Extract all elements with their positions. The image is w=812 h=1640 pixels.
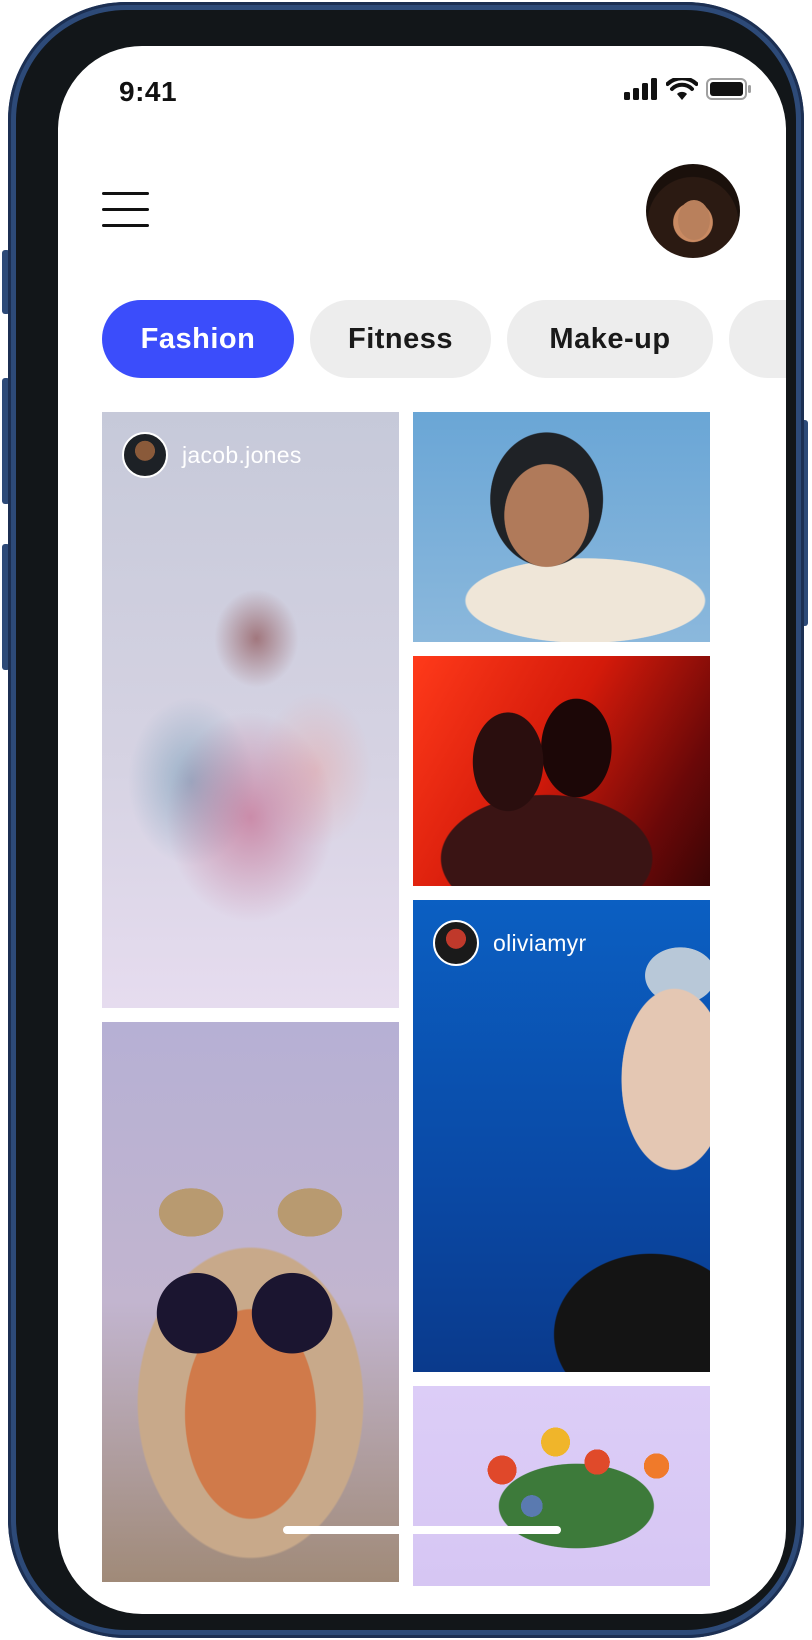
feed-post[interactable] — [413, 412, 710, 642]
home-indicator[interactable] — [283, 1526, 561, 1534]
phone-bezel: 9:41 Fashion Fitness Make-up jacob.jones… — [16, 10, 796, 1630]
signal-icon — [624, 78, 657, 100]
feed-post[interactable]: jacob.jones — [102, 412, 399, 1008]
chip-label: Fitness — [347, 322, 454, 355]
chip-fashion[interactable]: Fashion — [102, 300, 294, 378]
chip-make-up[interactable]: Make-up — [507, 300, 713, 378]
app-screen: 9:41 Fashion Fitness Make-up jacob.jones… — [58, 46, 786, 1614]
post-author-avatar — [433, 920, 479, 966]
chip-more[interactable] — [729, 300, 786, 378]
status-time: 9:41 — [119, 76, 178, 107]
profile-avatar[interactable] — [646, 164, 740, 258]
hamburger-menu-icon[interactable] — [102, 192, 150, 230]
feed-post[interactable] — [413, 1386, 710, 1586]
chip-label: Fashion — [140, 322, 256, 355]
post-author-username: jacob.jones — [182, 441, 302, 468]
status-icons — [624, 78, 752, 100]
category-chips: Fashion Fitness Make-up — [102, 300, 786, 378]
post-author[interactable]: oliviamyr — [433, 920, 586, 966]
chip-label: Make-up — [549, 322, 671, 355]
wifi-icon — [666, 78, 698, 100]
post-author-username: oliviamyr — [493, 929, 587, 956]
avatar-face — [678, 200, 710, 240]
post-author[interactable]: jacob.jones — [122, 432, 302, 478]
battery-icon — [706, 78, 751, 100]
chip-fitness[interactable]: Fitness — [310, 300, 491, 378]
post-author-avatar — [122, 432, 168, 478]
feed-post[interactable] — [413, 656, 710, 886]
feed-post[interactable]: oliviamyr — [413, 900, 710, 1372]
feed-post[interactable] — [102, 1022, 399, 1582]
